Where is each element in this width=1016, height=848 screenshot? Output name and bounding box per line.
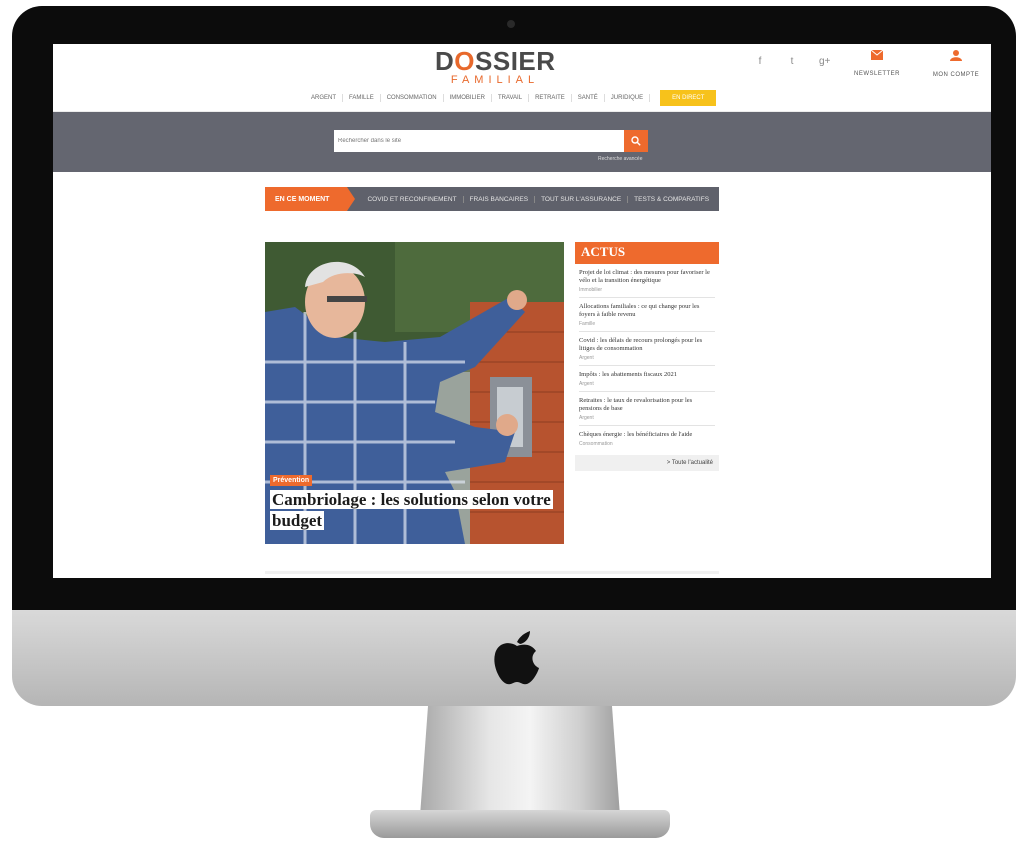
news-sidebar-title: ACTUS — [575, 242, 719, 264]
nav-item-argent[interactable]: ARGENT — [305, 94, 344, 102]
news-item-title[interactable]: Projet de loi climat : des mesures pour … — [579, 269, 715, 285]
news-item-title[interactable]: Impôts : les abattements fiscaux 2021 — [579, 371, 715, 379]
news-item-category: Immobilier — [579, 287, 603, 293]
apple-logo-icon — [494, 631, 539, 685]
news-item-category: Consommation — [579, 441, 613, 447]
section-divider — [265, 571, 719, 574]
trending-links: COVID ET RECONFINEMENT FRAIS BANCAIRES T… — [347, 187, 720, 211]
logo-letter-d: D — [435, 46, 455, 76]
webcam — [507, 20, 515, 28]
nav-item-sante[interactable]: SANTÉ — [572, 94, 605, 102]
logo-letter-o: O — [454, 46, 476, 76]
newsletter-icon — [871, 50, 883, 60]
logo-wordmark: DOSSIER — [435, 48, 555, 74]
hero-title[interactable]: Cambriolage : les solutions selon votre … — [270, 489, 562, 531]
trending-label: EN CE MOMENT — [265, 187, 356, 211]
news-item-category: Argent — [579, 415, 594, 421]
search-band: Recherche avancée — [53, 112, 991, 172]
logo-subline: FAMILIAL — [450, 74, 540, 86]
search-button[interactable] — [624, 130, 648, 152]
account-button[interactable]: MON COMPTE — [921, 50, 991, 81]
news-item-title[interactable]: Allocations familiales : ce qui change p… — [579, 303, 715, 319]
news-item-category: Famille — [579, 321, 596, 327]
nav-item-immobilier[interactable]: IMMOBILIER — [444, 94, 492, 102]
hero-article[interactable]: Prévention Cambriolage : les solutions s… — [265, 242, 564, 544]
user-icon — [950, 50, 962, 61]
newsletter-label: NEWSLETTER — [853, 71, 900, 77]
account-label: MON COMPTE — [932, 72, 980, 78]
news-list-item[interactable]: Projet de loi climat : des mesures pour … — [579, 264, 715, 298]
nav-item-retraite[interactable]: RETRAITE — [529, 94, 572, 102]
site-logo[interactable]: DOSSIER FAMILIAL — [435, 48, 555, 86]
browser-viewport: DOSSIER FAMILIAL f t g+ NEWSLETTER MON C… — [53, 44, 991, 578]
news-list-item[interactable]: Covid : les délais de recours prolongés … — [579, 332, 715, 366]
monitor-stand-foot — [370, 810, 670, 838]
trending-item[interactable]: FRAIS BANCAIRES — [464, 195, 536, 203]
news-list-item[interactable]: Chèques énergie : les bénéficiaires de l… — [579, 426, 715, 451]
news-list-item[interactable]: Allocations familiales : ce qui change p… — [579, 298, 715, 332]
nav-cta-button[interactable]: EN DIRECT — [660, 90, 717, 106]
site-header: DOSSIER FAMILIAL f t g+ NEWSLETTER MON C… — [53, 44, 991, 112]
nav-item-juridique[interactable]: JURIDIQUE — [605, 94, 651, 102]
news-item-title[interactable]: Covid : les délais de recours prolongés … — [579, 337, 715, 353]
trending-item[interactable]: COVID ET RECONFINEMENT — [361, 195, 464, 203]
news-item-category: Argent — [579, 355, 594, 361]
news-item-title[interactable]: Chèques énergie : les bénéficiaires de l… — [579, 431, 715, 439]
news-item-title[interactable]: Retraites : le taux de revalorisation po… — [579, 397, 715, 413]
all-news-link[interactable]: > Toute l'actualité — [575, 455, 719, 471]
main-navigation: ARGENT FAMILLE CONSOMMATION IMMOBILIER T… — [305, 90, 717, 106]
search-icon — [631, 136, 641, 146]
trending-item[interactable]: TESTS & COMPARATIFS — [628, 196, 719, 203]
news-list: Projet de loi climat : des mesures pour … — [575, 264, 719, 451]
nav-item-consommation[interactable]: CONSOMMATION — [381, 94, 444, 102]
news-item-category: Argent — [579, 381, 594, 387]
advanced-search-link[interactable]: Recherche avancée — [598, 156, 642, 162]
news-sidebar: ACTUS Projet de loi climat : des mesures… — [575, 242, 719, 552]
social-links: f t g+ — [755, 56, 831, 67]
news-list-item[interactable]: Impôts : les abattements fiscaux 2021 Ar… — [579, 366, 715, 392]
newsletter-button[interactable]: NEWSLETTER — [842, 50, 912, 80]
search-input[interactable] — [334, 130, 624, 152]
facebook-icon[interactable]: f — [755, 56, 765, 67]
nav-item-travail[interactable]: TRAVAIL — [492, 94, 530, 102]
hero-category-badge[interactable]: Prévention — [270, 475, 313, 486]
google-plus-icon[interactable]: g+ — [819, 56, 830, 67]
trending-bar: EN CE MOMENT COVID ET RECONFINEMENT FRAI… — [265, 187, 720, 211]
trending-item[interactable]: TOUT SUR L'ASSURANCE — [535, 195, 629, 203]
twitter-icon[interactable]: t — [787, 56, 797, 67]
logo-letters-ssier: SSIER — [475, 46, 556, 76]
news-list-item[interactable]: Retraites : le taux de revalorisation po… — [579, 392, 715, 426]
nav-item-famille[interactable]: FAMILLE — [343, 94, 381, 102]
hero-title-text: Cambriolage : les solutions selon votre … — [270, 490, 553, 530]
monitor-stand-neck — [420, 706, 620, 816]
